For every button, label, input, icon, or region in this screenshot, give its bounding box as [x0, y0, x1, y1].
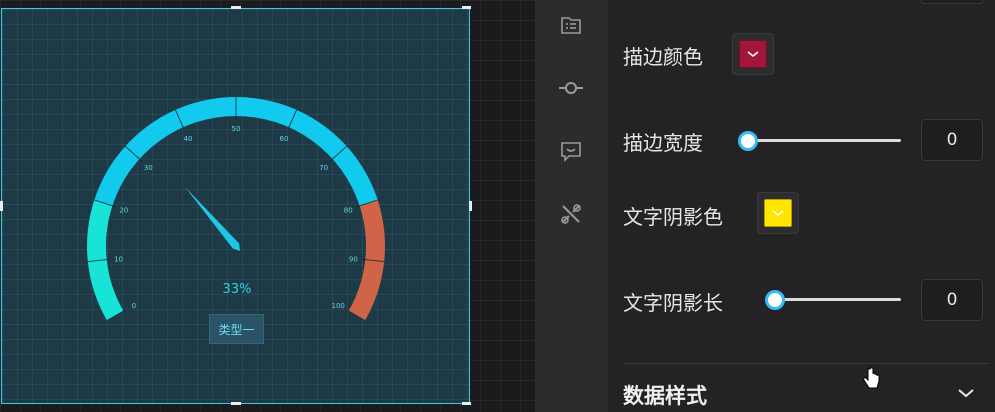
- resize-handle-top[interactable]: [231, 6, 241, 9]
- resize-handle-bottom-right[interactable]: [462, 402, 471, 405]
- gauge-value-label: 33%: [222, 282, 252, 297]
- text-shadow-color-swatch: [764, 199, 792, 227]
- list-icon[interactable]: [557, 11, 585, 39]
- gauge-tick-label: 0: [132, 302, 136, 310]
- chevron-down-icon: [772, 210, 784, 216]
- stroke-color-swatch: [739, 40, 767, 68]
- gauge-tick-label: 50: [232, 125, 241, 133]
- gauge-tick-label: 30: [144, 164, 153, 172]
- stroke-width-label: 描边宽度: [623, 131, 703, 155]
- stroke-width-slider-thumb[interactable]: [738, 131, 758, 151]
- properties-panel: 描边颜色 描边宽度 0 文字阴影色 文字阴影长 0 数据样式: [608, 0, 995, 412]
- design-canvas[interactable]: 0 10 20 30 40 50 60 70 80 90 100 33% 类型一: [0, 0, 535, 412]
- comment-icon[interactable]: [557, 137, 585, 165]
- gauge-tick-label: 90: [349, 255, 358, 263]
- tools-icon[interactable]: [557, 200, 585, 228]
- section-divider: [623, 363, 989, 364]
- text-shadow-color-label: 文字阴影色: [623, 205, 723, 229]
- stroke-width-slider-track[interactable]: [748, 139, 901, 142]
- resize-handle-right[interactable]: [469, 201, 472, 211]
- gauge-tick-label: 70: [319, 164, 328, 172]
- gauge-tick-label: 40: [184, 135, 193, 143]
- text-shadow-length-input[interactable]: 0: [921, 279, 983, 321]
- gauge-pointer: [185, 186, 240, 251]
- gauge-chart: 0 10 20 30 40 50 60 70 80 90 100: [86, 97, 385, 321]
- gauge-tick-label: 20: [119, 207, 128, 215]
- chevron-down-icon: [747, 51, 759, 57]
- stroke-width-input[interactable]: 0: [921, 119, 983, 161]
- gauge-tick-label: 60: [280, 135, 289, 143]
- gauge-tick-label: 10: [114, 255, 123, 263]
- resize-handle-bottom[interactable]: [231, 402, 241, 405]
- gauge-widget[interactable]: 0 10 20 30 40 50 60 70 80 90 100 33% 类型一: [1, 8, 470, 404]
- stroke-color-label: 描边颜色: [623, 45, 703, 69]
- resize-handle-top-right[interactable]: [462, 6, 471, 9]
- text-shadow-length-label: 文字阴影长: [623, 291, 723, 315]
- text-shadow-length-slider-thumb[interactable]: [765, 290, 785, 310]
- tool-rail: [535, 0, 608, 412]
- data-style-section-title[interactable]: 数据样式: [623, 380, 707, 410]
- chevron-down-icon[interactable]: [956, 386, 976, 400]
- stroke-color-picker[interactable]: [732, 33, 774, 75]
- resize-handle-left[interactable]: [0, 201, 3, 211]
- commit-icon[interactable]: [557, 74, 585, 102]
- hand-cursor-icon: [863, 367, 880, 389]
- gauge-type-button[interactable]: 类型一: [209, 314, 264, 344]
- gauge-tick-label: 80: [344, 207, 353, 215]
- gauge-tick-label: 100: [332, 302, 345, 310]
- text-shadow-color-picker[interactable]: [757, 192, 799, 234]
- previous-input-stub: [921, 0, 983, 4]
- text-shadow-length-slider-track[interactable]: [775, 298, 901, 301]
